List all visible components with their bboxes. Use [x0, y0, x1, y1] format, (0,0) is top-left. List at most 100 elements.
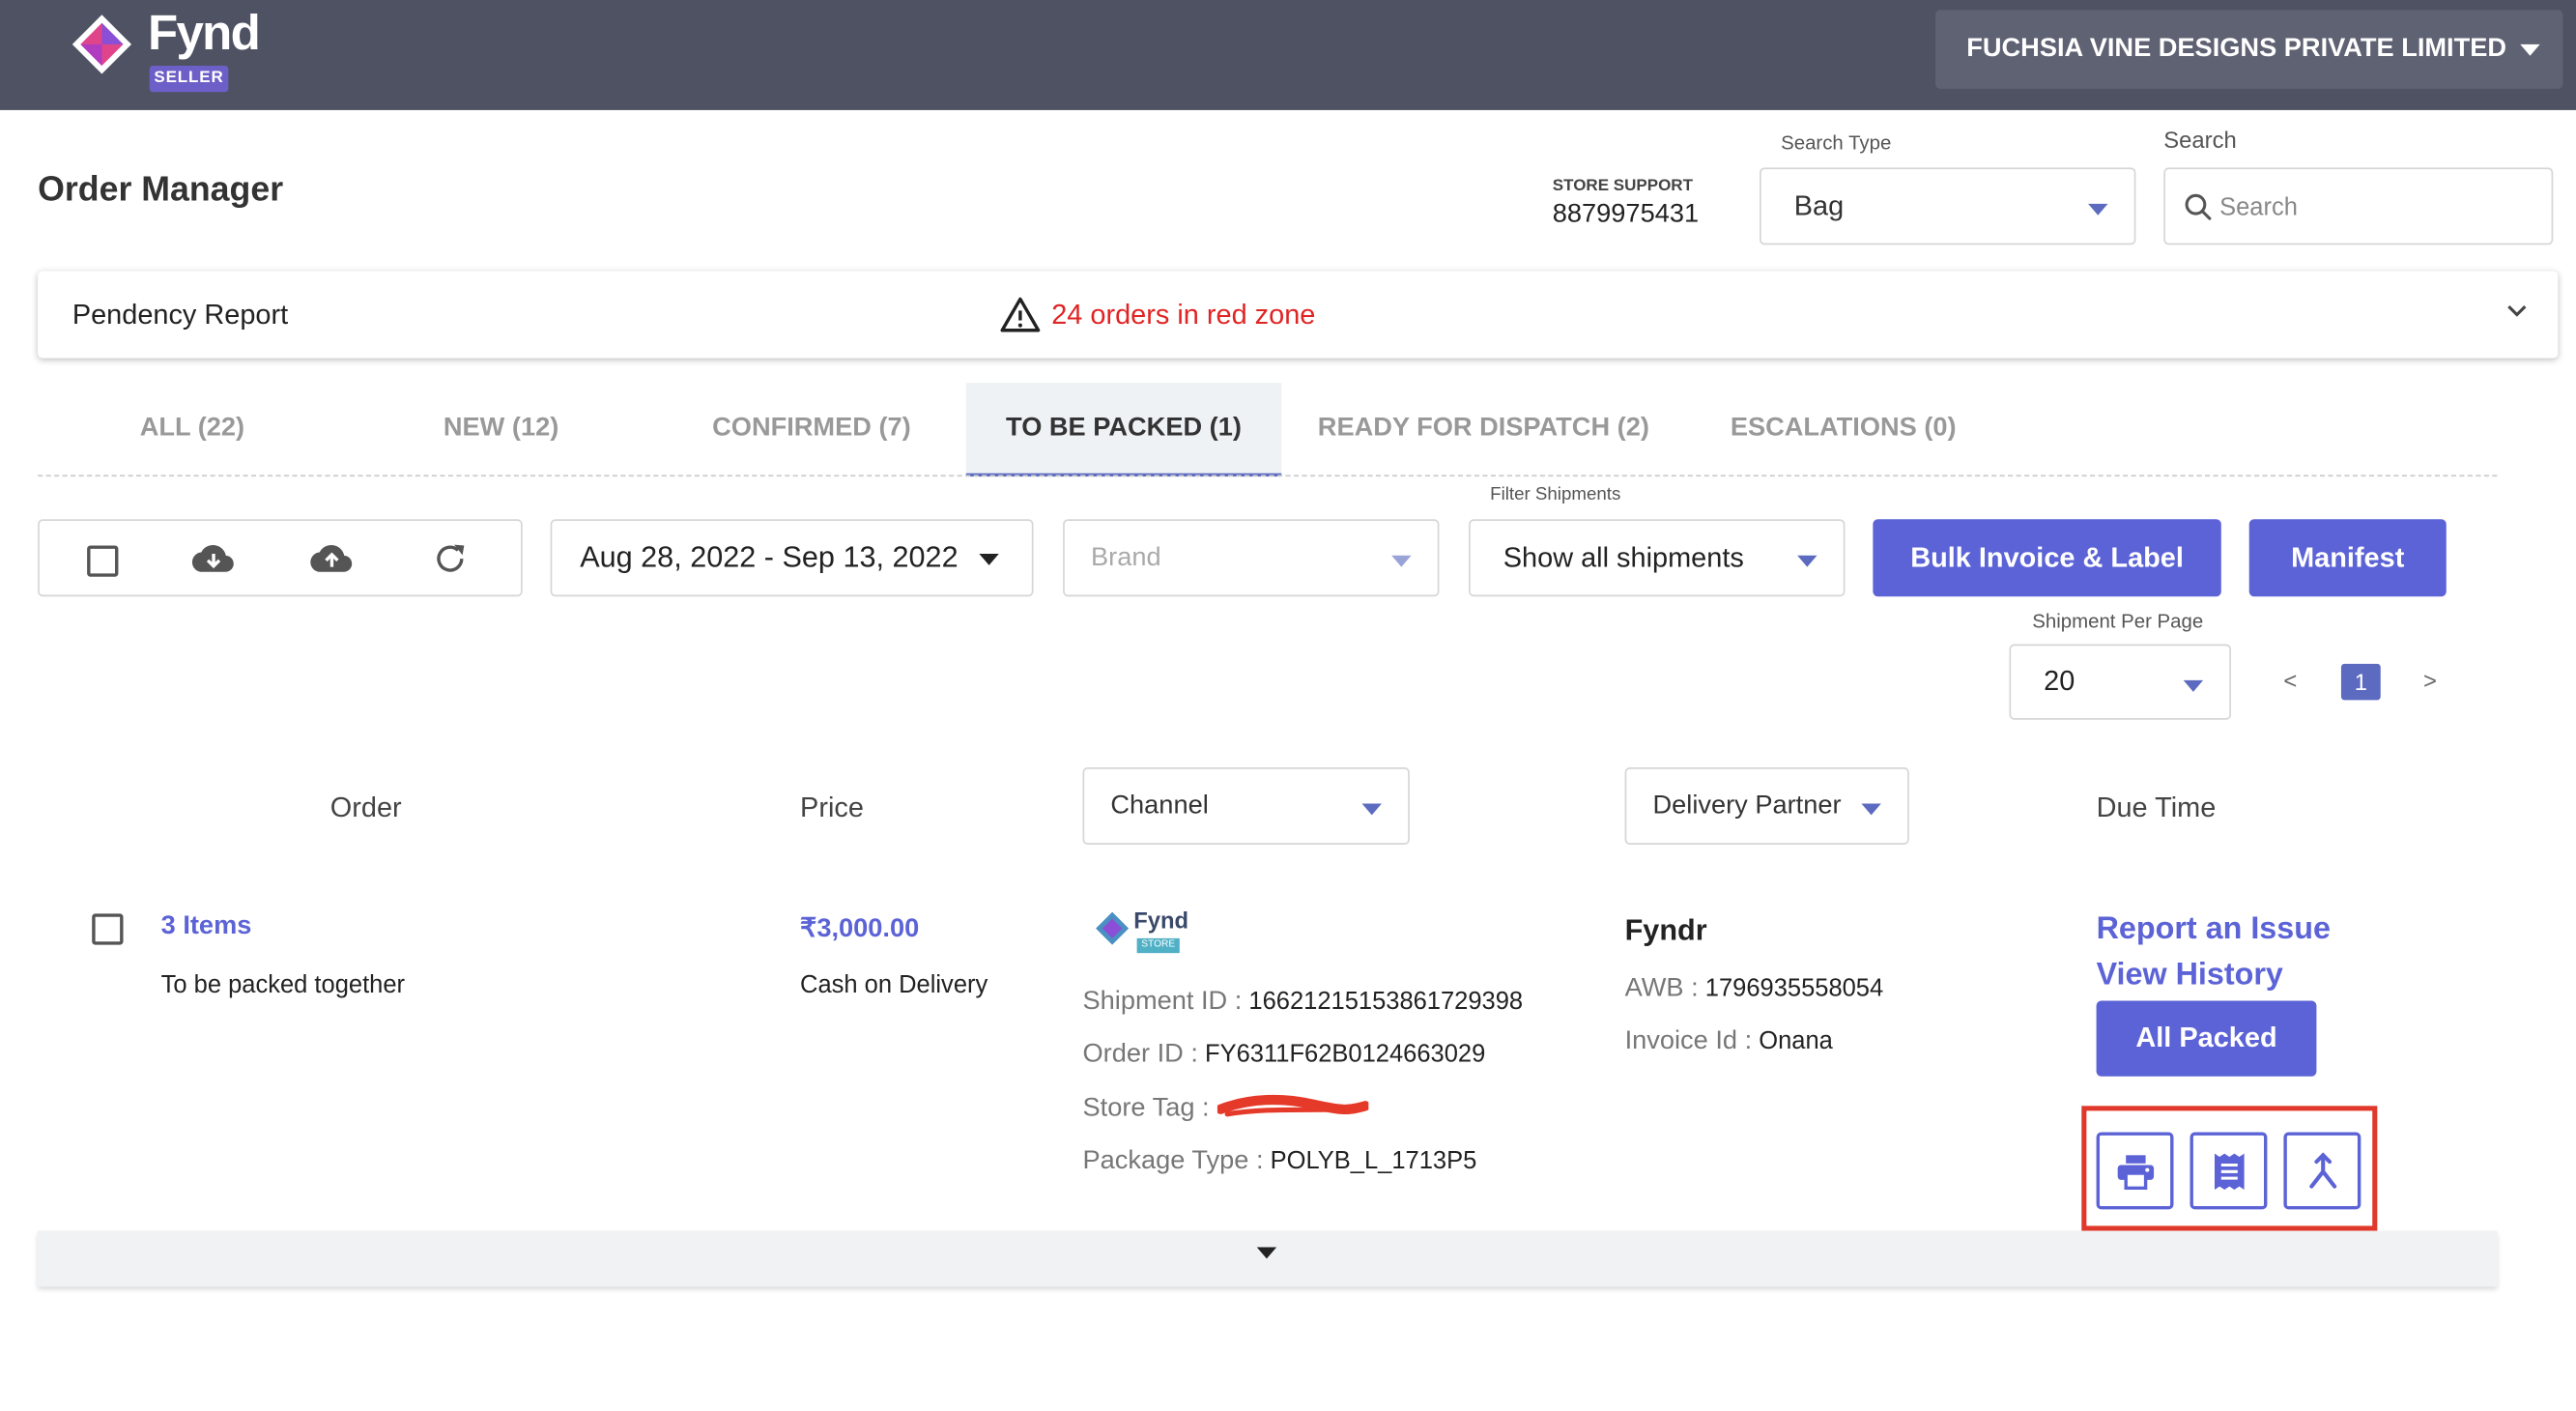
- column-price: Price: [800, 792, 864, 823]
- chevron-down-icon: [1391, 555, 1412, 567]
- pack-note: To be packed together: [160, 970, 406, 999]
- bulk-actions-group: [38, 519, 523, 597]
- view-history-link[interactable]: View History: [2097, 958, 2283, 993]
- invoice-line: Invoice Id : Onana: [1625, 1027, 1833, 1057]
- invoice-button[interactable]: [2190, 1132, 2268, 1210]
- search-label: Search: [2163, 126, 2237, 154]
- payment-method: Cash on Delivery: [800, 970, 988, 999]
- invoice-value: Onana: [1759, 1026, 1833, 1055]
- store-tag-label: Store Tag :: [1082, 1094, 1210, 1123]
- chevron-down-icon: [1797, 555, 1818, 567]
- invoice-icon: [2214, 1152, 2244, 1190]
- shipment-id-label: Shipment ID :: [1082, 987, 1243, 1016]
- chevron-down-icon: [2183, 679, 2204, 692]
- channel-logo-text: Fynd: [1133, 907, 1189, 934]
- shipment-id-line: Shipment ID : 16621215153861729398: [1082, 988, 1523, 1018]
- order-price: ₹3,000.00: [800, 915, 920, 943]
- split-icon: [2308, 1151, 2336, 1188]
- search-type-label: Search Type: [1781, 131, 1892, 155]
- date-range-value: Aug 28, 2022 - Sep 13, 2022: [580, 540, 959, 574]
- split-shipment-button[interactable]: [2283, 1132, 2361, 1210]
- brand-name: Fynd: [148, 6, 261, 61]
- package-type-line: Package Type : POLYB_L_1713P5: [1082, 1147, 1476, 1177]
- search-type-select[interactable]: Bag: [1760, 167, 2136, 245]
- shipment-per-page-select[interactable]: 20: [2009, 644, 2232, 720]
- tabs-divider: [38, 475, 2498, 477]
- tab-all[interactable]: ALL (22): [101, 411, 282, 476]
- brand-select[interactable]: Brand: [1063, 519, 1440, 597]
- fynd-logo-icon[interactable]: [68, 10, 136, 78]
- chevron-down-icon: [2520, 43, 2540, 56]
- pager-prev-button[interactable]: <: [2283, 667, 2297, 693]
- company-selector[interactable]: FUCHSIA VINE DESIGNS PRIVATE LIMITED: [1934, 10, 2563, 89]
- tab-ready-for-dispatch[interactable]: READY FOR DISPATCH (2): [1311, 411, 1656, 476]
- printer-icon: [2116, 1154, 2154, 1190]
- chevron-down-icon: [2088, 203, 2108, 216]
- awb-line: AWB : 1796935558054: [1625, 974, 1884, 1004]
- brand-badge: SELLER: [149, 66, 229, 93]
- pendency-report-panel[interactable]: Pendency Report 24 orders in red zone: [38, 271, 2559, 359]
- expand-chevron-icon[interactable]: [1256, 1247, 1277, 1259]
- filter-shipments-select[interactable]: Show all shipments: [1469, 519, 1846, 597]
- filter-shipments-label: Filter Shipments: [1490, 484, 1621, 504]
- items-link[interactable]: 3 Items: [161, 912, 252, 942]
- order-id-value: FY6311F62B0124663029: [1205, 1040, 1486, 1069]
- chevron-down-icon: [1861, 803, 1881, 816]
- awb-label: AWB :: [1624, 974, 1699, 1003]
- select-all-checkbox[interactable]: [87, 545, 119, 577]
- bulk-invoice-label-button[interactable]: Bulk Invoice & Label: [1873, 519, 2221, 597]
- fynd-store-logo-icon: [1096, 911, 1130, 945]
- shipment-per-page-label: Shipment Per Page: [2032, 609, 2204, 633]
- refresh-icon[interactable]: [432, 540, 468, 576]
- order-id-label: Order ID :: [1082, 1040, 1198, 1069]
- row-checkbox[interactable]: [92, 913, 124, 945]
- pager-page-1[interactable]: 1: [2340, 663, 2381, 701]
- package-type-value: POLYB_L_1713P5: [1270, 1146, 1477, 1175]
- warning-icon: [1000, 297, 1041, 332]
- store-tag-line: Store Tag :: [1082, 1094, 1209, 1124]
- search-input[interactable]: [2219, 188, 2533, 225]
- manifest-button[interactable]: Manifest: [2248, 519, 2447, 597]
- per-page-value: 20: [2044, 665, 2075, 697]
- brand-placeholder: Brand: [1090, 542, 1161, 571]
- chevron-down-icon: [979, 554, 999, 565]
- order-id-line: Order ID : FY6311F62B0124663029: [1082, 1040, 1485, 1070]
- search-type-value: Bag: [1793, 189, 1845, 221]
- column-order: Order: [329, 792, 402, 823]
- channel-label: Channel: [1110, 791, 1209, 820]
- page-title: Order Manager: [38, 170, 284, 209]
- red-zone-alert: 24 orders in red zone: [999, 296, 1316, 333]
- channel-select[interactable]: Channel: [1082, 767, 1410, 845]
- chevron-down-icon: [1361, 803, 1382, 816]
- filter-shipments-value: Show all shipments: [1503, 541, 1744, 573]
- store-support-number: 8879975431: [1552, 200, 1700, 229]
- red-zone-text: 24 orders in red zone: [1051, 298, 1316, 330]
- store-support-label: STORE SUPPORT: [1552, 177, 1693, 196]
- company-name: FUCHSIA VINE DESIGNS PRIVATE LIMITED: [1966, 34, 2507, 63]
- delivery-partner-label: Delivery Partner: [1652, 791, 1842, 820]
- tab-to-be-packed[interactable]: TO BE PACKED (1): [965, 383, 1282, 477]
- channel-logo-badge: STORE: [1136, 937, 1180, 954]
- delivery-partner-name: Fyndr: [1624, 913, 1707, 947]
- tab-escalations[interactable]: ESCALATIONS (0): [1719, 411, 1968, 476]
- chevron-down-icon[interactable]: [2507, 301, 2527, 320]
- tab-confirmed[interactable]: CONFIRMED (7): [690, 411, 933, 476]
- package-type-label: Package Type :: [1082, 1146, 1264, 1175]
- shipment-id-value: 16621215153861729398: [1248, 987, 1524, 1016]
- search-icon: [2185, 193, 2212, 220]
- redaction-scribble: [1216, 1094, 1369, 1117]
- delivery-partner-select[interactable]: Delivery Partner: [1624, 767, 1909, 845]
- all-packed-button[interactable]: All Packed: [2096, 1000, 2317, 1077]
- pendency-title: Pendency Report: [72, 299, 289, 331]
- date-range-picker[interactable]: Aug 28, 2022 - Sep 13, 2022: [550, 519, 1034, 597]
- cloud-download-icon[interactable]: [189, 540, 239, 576]
- report-issue-link[interactable]: Report an Issue: [2097, 912, 2331, 948]
- column-due-time: Due Time: [2096, 792, 2217, 823]
- pager-next-button[interactable]: >: [2423, 667, 2437, 693]
- search-box[interactable]: [2163, 167, 2554, 245]
- awb-value: 1796935558054: [1704, 974, 1884, 1003]
- print-label-button[interactable]: [2096, 1132, 2174, 1210]
- tab-new[interactable]: NEW (12): [411, 411, 591, 476]
- cloud-upload-icon[interactable]: [307, 540, 357, 576]
- invoice-label: Invoice Id :: [1624, 1026, 1753, 1055]
